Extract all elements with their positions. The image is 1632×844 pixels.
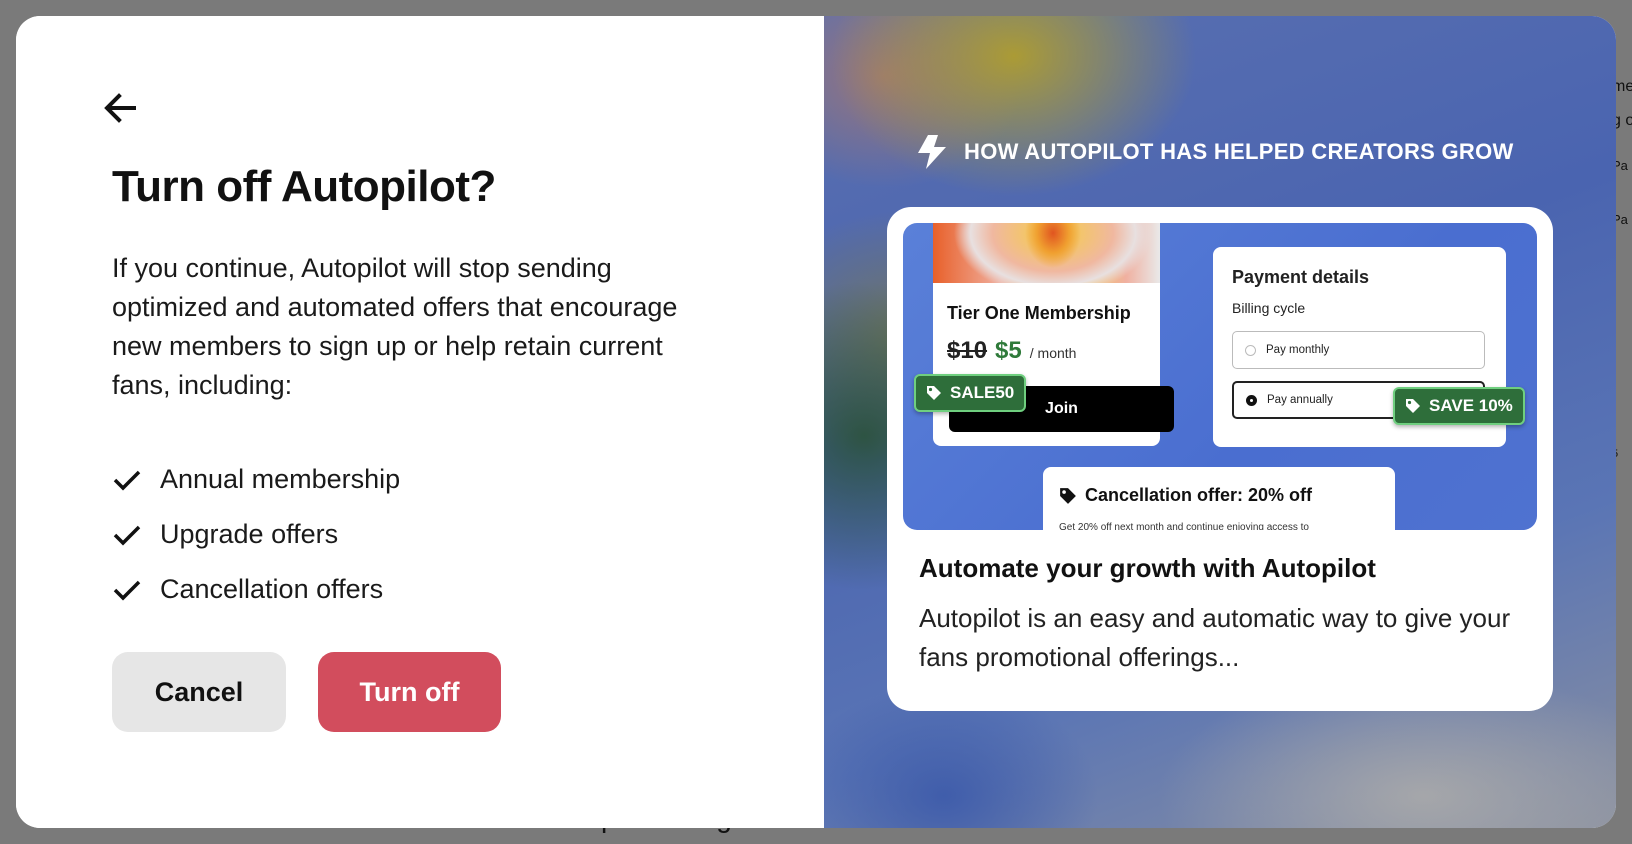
back-arrow-icon [104, 93, 136, 123]
radio-icon [1245, 344, 1256, 356]
cancellation-offer-text: Cancellation offer: 20% off [1085, 485, 1313, 505]
feature-list: Annual membership Upgrade offers Cancell… [112, 452, 400, 617]
sale-tag: SALE50 [914, 374, 1027, 412]
save-tag-text: SAVE 10% [1429, 396, 1513, 415]
feature-label: Annual membership [160, 464, 401, 494]
sale-tag-text: SALE50 [950, 383, 1015, 402]
cancellation-offer-subtext: Get 20% off next month and continue enjo… [1059, 522, 1309, 530]
feature-label: Cancellation offers [160, 574, 384, 604]
radio-selected-icon [1246, 394, 1257, 406]
tier-artwork [933, 223, 1160, 283]
promo-header-text: HOW AUTOPILOT HAS HELPED CREATORS GROW [964, 139, 1514, 164]
promo-illustration: Tier One Membership $10 $5 / month Join … [903, 223, 1537, 530]
promo-card-title: Automate your growth with Autopilot [919, 553, 1376, 583]
payment-title: Payment details [1232, 267, 1370, 287]
tier-price: $10 $5 / month [947, 337, 1076, 365]
dialog-description: If you continue, Autopilot will stop sen… [112, 253, 678, 400]
cancellation-offer-title: Cancellation offer: 20% off [1059, 485, 1312, 506]
list-item: Upgrade offers [112, 507, 400, 562]
check-icon [112, 465, 142, 495]
dialog-content-panel: Turn off Autopilot? If you continue, Aut… [16, 16, 824, 828]
save-tag: SAVE 10% [1393, 387, 1525, 425]
feature-label: Upgrade offers [160, 519, 339, 549]
promo-header: HOW AUTOPILOT HAS HELPED CREATORS GROW [916, 134, 1514, 170]
price-period: / month [1029, 345, 1077, 361]
tier-name: Tier One Membership [947, 303, 1131, 323]
check-icon [112, 520, 142, 550]
price-tag-icon [1060, 487, 1076, 504]
turn-off-autopilot-dialog: Turn off Autopilot? If you continue, Aut… [16, 16, 1616, 828]
promo-card: Tier One Membership $10 $5 / month Join … [887, 207, 1553, 711]
back-button[interactable] [100, 88, 140, 128]
billing-option-monthly: Pay monthly [1232, 331, 1485, 369]
price-tag-icon [1406, 399, 1420, 413]
promo-panel: HOW AUTOPILOT HAS HELPED CREATORS GROW T… [824, 16, 1616, 828]
cancel-button[interactable]: Cancel [112, 652, 286, 732]
lightning-icon [918, 135, 946, 169]
old-price: $10 [947, 337, 988, 364]
cancellation-offer-mock: Cancellation offer: 20% off Get 20% off … [1043, 467, 1395, 530]
new-price: $5 [995, 337, 1022, 364]
price-tag-icon [927, 386, 941, 400]
dialog-actions: Cancel Turn off [112, 652, 501, 732]
option-label: Pay monthly [1266, 344, 1330, 356]
check-icon [112, 575, 142, 605]
promo-card-description: Autopilot is an easy and automatic way t… [919, 603, 1511, 672]
list-item: Annual membership [112, 452, 400, 507]
turn-off-button[interactable]: Turn off [318, 652, 501, 732]
list-item: Cancellation offers [112, 562, 400, 617]
billing-cycle-label: Billing cycle [1232, 300, 1306, 316]
dialog-title: Turn off Autopilot? [112, 162, 496, 211]
option-label: Pay annually [1267, 394, 1333, 406]
